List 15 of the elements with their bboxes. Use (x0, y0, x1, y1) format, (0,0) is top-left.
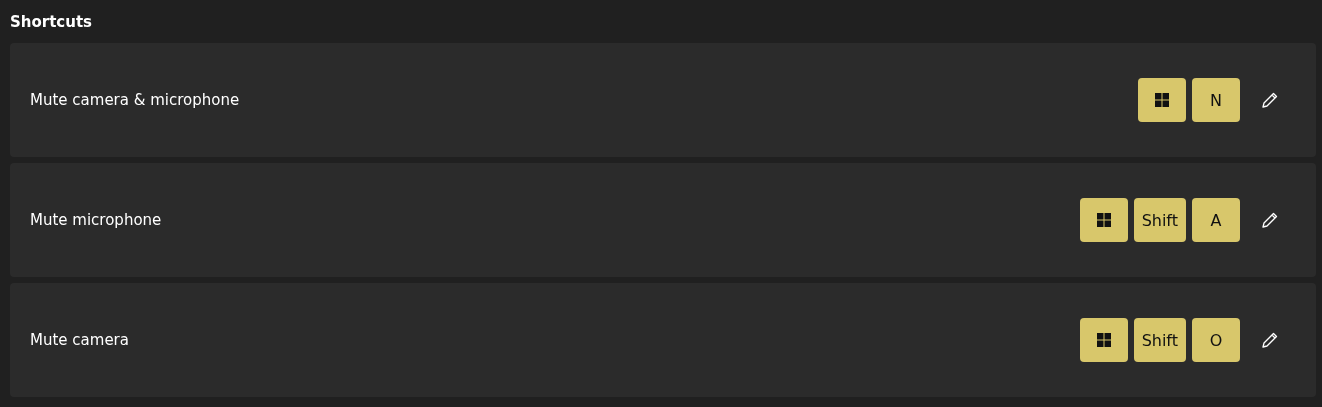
pencil-icon (1261, 331, 1279, 349)
shortcut-label: Mute camera & microphone (30, 91, 241, 109)
keyboard-key: A (1192, 198, 1240, 242)
pencil-icon (1261, 211, 1279, 229)
pencil-icon (1261, 91, 1279, 109)
keyboard-key: O (1192, 318, 1240, 362)
keyboard-key: Shift (1133, 318, 1186, 362)
shortcut-label: Mute camera (30, 331, 130, 349)
windows-logo-icon (1096, 333, 1111, 347)
keyboard-key: Shift (1133, 198, 1186, 242)
windows-logo-icon (1096, 213, 1111, 227)
windows-logo-icon (1155, 93, 1169, 107)
shortcut-label: Mute microphone (30, 211, 163, 229)
keyboard-key: N (1192, 78, 1240, 122)
section-title: Shortcuts (10, 11, 93, 33)
